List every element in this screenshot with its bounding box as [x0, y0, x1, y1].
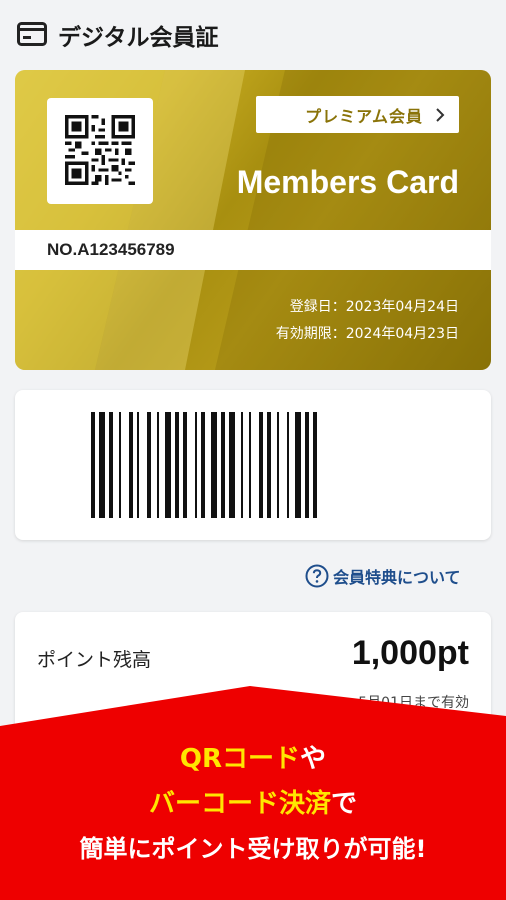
membership-card-icon: [17, 22, 47, 46]
barcode-card[interactable]: [15, 390, 491, 540]
registration-date: 登録日：2023年04月24日: [289, 299, 459, 315]
promo-line-1: QRコードや: [0, 738, 506, 775]
promo-qr-highlight: QRコード: [179, 744, 301, 774]
page-title: デジタル会員証: [58, 25, 219, 51]
app-header: デジタル会員証: [0, 0, 506, 70]
qr-code-icon: [65, 115, 135, 185]
chevron-right-icon: [436, 107, 445, 122]
promo-line-2-rest: で: [331, 789, 358, 819]
points-label: ポイント残高: [37, 649, 152, 671]
member-benefits-link[interactable]: 会員特典について: [305, 563, 461, 589]
barcode-icon: [91, 412, 317, 518]
question-circle-icon: [305, 564, 329, 588]
premium-member-button[interactable]: プレミアム会員: [256, 96, 459, 133]
promo-line-3: 簡単にポイント受け取りが可能!: [79, 835, 427, 863]
member-benefits-label: 会員特典について: [333, 568, 461, 587]
promo-line-2: バーコード決済で: [0, 783, 506, 820]
member-number: NO.A123456789: [47, 240, 175, 259]
points-value: 1,000pt: [351, 634, 469, 672]
premium-member-label: プレミアム会員: [305, 106, 423, 126]
member-number-strip: NO.A123456789: [15, 230, 491, 270]
card-title: Members Card: [236, 164, 459, 200]
promo-barcode-highlight: バーコード決済: [148, 789, 331, 819]
membership-card: プレミアム会員 Members Card NO.A123456789 登録日：2…: [15, 70, 491, 370]
promo-line-1-rest: や: [300, 744, 327, 774]
qr-code[interactable]: [47, 98, 153, 204]
promo-banner: QRコードや バーコード決済で 簡単にポイント受け取りが可能!: [0, 686, 506, 900]
expiration-date: 有効期限：2024年04月23日: [275, 326, 459, 342]
